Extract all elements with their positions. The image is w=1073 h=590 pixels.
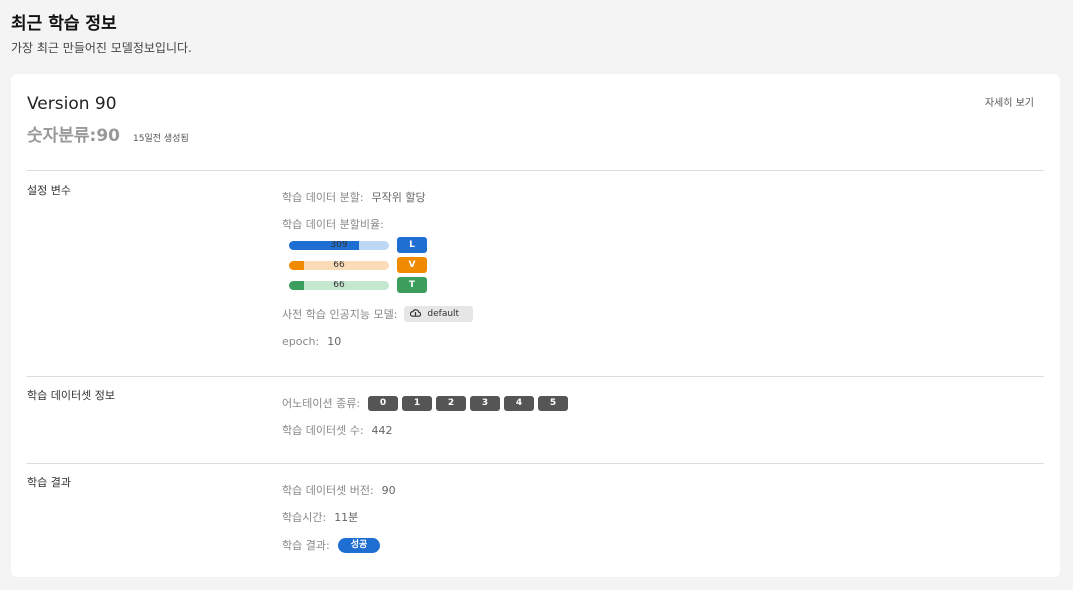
- split-count: 66: [333, 260, 345, 270]
- pretrained-model-label: 사전 학습 인공지능 모델:: [282, 308, 398, 321]
- status-badge: 성공: [337, 537, 381, 553]
- model-name: 숫자분류:90: [27, 126, 121, 146]
- split-count: 66: [333, 280, 345, 290]
- pretrained-model-field: 사전 학습 인공지능 모델: default: [282, 306, 474, 322]
- annotation-chip: 3: [470, 396, 501, 411]
- train-time-value: 11분: [334, 511, 359, 524]
- split-method-field: 학습 데이터 분할: 무작위 할당: [282, 189, 426, 205]
- train-time-field: 학습시간: 11분: [282, 509, 358, 525]
- annotation-chip: 0: [368, 396, 399, 411]
- dataset-version-label: 학습 데이터셋 버전:: [282, 484, 374, 497]
- section-label-result: 학습 결과: [27, 476, 71, 489]
- split-method-label: 학습 데이터 분할:: [282, 191, 364, 204]
- page-header: 최근 학습 정보 가장 최근 만들어진 모델정보입니다.: [11, 12, 192, 56]
- epoch-label: epoch:: [282, 335, 320, 348]
- split-badge-test: T: [397, 277, 427, 293]
- split-badge-learn: L: [397, 237, 427, 253]
- split-count: 309: [330, 240, 348, 250]
- dataset-count-value: 442: [371, 423, 393, 437]
- divider: [27, 376, 1044, 377]
- train-time-label: 학습시간:: [282, 511, 327, 524]
- epoch-value: 10: [327, 335, 342, 348]
- split-track: 66: [289, 280, 389, 290]
- created-ago: 15일전 생성됨: [133, 134, 189, 144]
- section-label-dataset: 학습 데이터셋 정보: [27, 389, 115, 402]
- dataset-count-field: 학습 데이터셋 수: 442: [282, 422, 393, 438]
- divider: [27, 463, 1044, 464]
- split-track: 309: [289, 240, 389, 250]
- section-label-settings: 설정 변수: [27, 184, 71, 197]
- pretrained-model-chip[interactable]: default: [404, 306, 474, 322]
- annotation-chip: 5: [538, 396, 569, 411]
- pretrained-model-value: default: [427, 309, 460, 319]
- train-result-field: 학습 결과: 성공: [282, 537, 381, 553]
- epoch-field: epoch: 10: [282, 335, 341, 348]
- model-line: 숫자분류:90 15일전 생성됨: [27, 121, 189, 146]
- divider: [27, 170, 1044, 171]
- annotation-types-label: 어노테이션 종류:: [282, 397, 361, 410]
- dataset-count-label: 학습 데이터셋 수:: [282, 424, 364, 437]
- dataset-version-value: 90: [381, 483, 396, 497]
- split-row-test: 66 T: [289, 277, 427, 293]
- split-ratio-label: 학습 데이터 분할비율:: [282, 218, 384, 231]
- split-track: 66: [289, 260, 389, 270]
- annotation-chip: 4: [504, 396, 535, 411]
- split-badge-validation: V: [397, 257, 427, 273]
- split-row-learn: 309 L: [289, 237, 427, 253]
- version-title: Version 90: [27, 94, 117, 114]
- split-method-value: 무작위 할당: [371, 191, 426, 204]
- page-title: 최근 학습 정보: [11, 14, 117, 34]
- split-row-validation: 66 V: [289, 257, 427, 273]
- recent-training-card: 자세히 보기 Version 90 숫자분류:90 15일전 생성됨 설정 변수…: [11, 74, 1060, 577]
- split-ratio-field: 학습 데이터 분할비율:: [282, 216, 384, 232]
- annotation-chip: 1: [402, 396, 433, 411]
- annotation-chip-list: 012345: [360, 395, 569, 411]
- annotation-types-field: 어노테이션 종류: 012345: [282, 395, 569, 411]
- annotation-chip: 2: [436, 396, 467, 411]
- train-result-label: 학습 결과:: [282, 539, 330, 552]
- dataset-version-field: 학습 데이터셋 버전: 90: [282, 482, 396, 498]
- cloud-icon: [410, 308, 422, 320]
- view-details-link[interactable]: 자세히 보기: [985, 94, 1034, 109]
- page-subtitle: 가장 최근 만들어진 모델정보입니다.: [11, 41, 192, 55]
